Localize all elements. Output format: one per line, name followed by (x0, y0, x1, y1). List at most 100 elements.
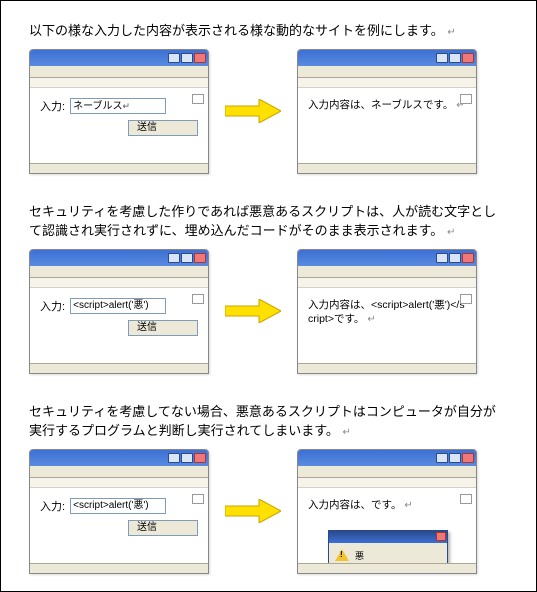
paragraph-mark-icon: ↵ (367, 314, 375, 325)
statusbar (298, 363, 476, 373)
menubar (298, 466, 476, 478)
paragraph-mark-icon: ↵ (343, 427, 351, 438)
section-1: 以下の様な入力した内容が表示される様な動的なサイトを例にします。 ↵ 入力: ネ… (29, 21, 508, 174)
document-page: 以下の様な入力した内容が表示される様な動的なサイトを例にします。 ↵ 入力: ネ… (0, 0, 537, 592)
close-icon[interactable] (462, 453, 474, 463)
arrow-icon (223, 98, 283, 124)
window-titlebar (30, 50, 208, 66)
window-titlebar (298, 250, 476, 266)
browser-right-2: 入力内容は、<script>alert('悪')</script>です。 ↵ (297, 249, 477, 374)
dialog-message: 悪 (355, 549, 364, 562)
text-input[interactable]: ネーブルス↵ (70, 98, 166, 114)
browser-left-3: 入力: <script>alert('悪') 送信 (29, 449, 209, 574)
section-3-desc: セキュリティを考慮してない場合、悪意あるスクリプトはコンピュータが自分が実行する… (29, 402, 508, 441)
statusbar (30, 163, 208, 173)
window-titlebar (298, 50, 476, 66)
output-text: 入力内容は、ネーブルスです。 ↵ (308, 98, 466, 113)
output-text: 入力内容は、<script>alert('悪')</script>です。 ↵ (308, 298, 466, 328)
browser-content-left-1: 入力: ネーブルス↵ 送信 (30, 88, 208, 163)
section-3: セキュリティを考慮してない場合、悪意あるスクリプトはコンピュータが自分が実行する… (29, 402, 508, 574)
toolbar (30, 478, 208, 488)
statusbar (298, 563, 476, 573)
dialog-close-icon[interactable] (436, 532, 446, 541)
dialog-titlebar (329, 531, 447, 543)
close-icon[interactable] (194, 53, 206, 63)
close-icon[interactable] (194, 453, 206, 463)
toolbar (30, 78, 208, 88)
minimize-icon[interactable] (436, 453, 448, 463)
paragraph-mark-icon: ↵ (404, 500, 412, 511)
output-value: 入力内容は、です。 (308, 499, 401, 511)
maximize-icon[interactable] (449, 53, 461, 63)
browser-left-1: 入力: ネーブルス↵ 送信 (29, 49, 209, 174)
browser-right-1: 入力内容は、ネーブルスです。 ↵ (297, 49, 477, 174)
maximize-icon[interactable] (449, 253, 461, 263)
decorative-box (460, 294, 472, 304)
decorative-box (460, 494, 472, 504)
paragraph-mark-icon: ↵ (447, 227, 455, 238)
section-3-row: 入力: <script>alert('悪') 送信 (29, 449, 508, 574)
dialog-body: 悪 (329, 543, 447, 563)
section-2: セキュリティを考慮した作りであれば悪意あるスクリプトは、人が読む文字として認識さ… (29, 202, 508, 374)
browser-right-3: 入力内容は、です。 ↵ 悪 OK (297, 449, 477, 574)
section-2-row: 入力: <script>alert('悪') 送信 (29, 249, 508, 374)
input-label: 入力: (40, 498, 65, 514)
menubar (30, 466, 208, 478)
browser-content-right-1: 入力内容は、ネーブルスです。 ↵ (298, 88, 476, 163)
text-input[interactable]: <script>alert('悪') (70, 298, 166, 314)
maximize-icon[interactable] (181, 53, 193, 63)
minimize-icon[interactable] (168, 253, 180, 263)
section-3-desc-text: セキュリティを考慮してない場合、悪意あるスクリプトはコンピュータが自分が実行する… (29, 404, 496, 439)
input-label: 入力: (40, 98, 65, 114)
minimize-icon[interactable] (436, 253, 448, 263)
section-1-desc: 以下の様な入力した内容が表示される様な動的なサイトを例にします。 ↵ (29, 21, 508, 41)
submit-button[interactable]: 送信 (128, 320, 198, 336)
output-value: 入力内容は、<script>alert('悪')</script>です。 (308, 299, 465, 326)
window-titlebar (30, 450, 208, 466)
decorative-box (192, 294, 204, 304)
close-icon[interactable] (462, 53, 474, 63)
minimize-icon[interactable] (168, 53, 180, 63)
section-1-desc-text: 以下の様な入力した内容が表示される様な動的なサイトを例にします。 (29, 23, 444, 38)
submit-button[interactable]: 送信 (128, 520, 198, 536)
alert-dialog: 悪 OK (328, 530, 448, 563)
warning-icon (335, 549, 349, 561)
window-titlebar (30, 250, 208, 266)
maximize-icon[interactable] (449, 453, 461, 463)
toolbar (298, 78, 476, 88)
close-icon[interactable] (194, 253, 206, 263)
minimize-icon[interactable] (436, 53, 448, 63)
text-input[interactable]: <script>alert('悪') (70, 498, 166, 514)
browser-content-right-2: 入力内容は、<script>alert('悪')</script>です。 ↵ (298, 288, 476, 363)
toolbar (30, 278, 208, 288)
browser-content-right-3: 入力内容は、です。 ↵ 悪 OK (298, 488, 476, 563)
browser-content-left-2: 入力: <script>alert('悪') 送信 (30, 288, 208, 363)
text-input-value: <script>alert('悪') (73, 500, 149, 511)
text-input-value: ネーブルス (73, 101, 122, 112)
maximize-icon[interactable] (181, 453, 193, 463)
close-icon[interactable] (462, 253, 474, 263)
window-titlebar (298, 450, 476, 466)
decorative-box (460, 94, 472, 104)
decorative-box (192, 494, 204, 504)
section-2-desc-text: セキュリティを考慮した作りであれば悪意あるスクリプトは、人が読む文字として認識さ… (29, 204, 496, 239)
maximize-icon[interactable] (181, 253, 193, 263)
menubar (30, 266, 208, 278)
output-text: 入力内容は、です。 ↵ (308, 498, 466, 513)
menubar (30, 66, 208, 78)
toolbar (298, 478, 476, 488)
arrow-icon (223, 298, 283, 324)
decorative-box (192, 94, 204, 104)
paragraph-mark-icon: ↵ (447, 27, 455, 38)
statusbar (298, 163, 476, 173)
statusbar (30, 563, 208, 573)
arrow-icon (223, 498, 283, 524)
browser-content-left-3: 入力: <script>alert('悪') 送信 (30, 488, 208, 563)
statusbar (30, 363, 208, 373)
section-1-row: 入力: ネーブルス↵ 送信 (29, 49, 508, 174)
section-2-desc: セキュリティを考慮した作りであれば悪意あるスクリプトは、人が読む文字として認識さ… (29, 202, 508, 241)
menubar (298, 66, 476, 78)
submit-button[interactable]: 送信 (128, 120, 198, 136)
minimize-icon[interactable] (168, 453, 180, 463)
menubar (298, 266, 476, 278)
